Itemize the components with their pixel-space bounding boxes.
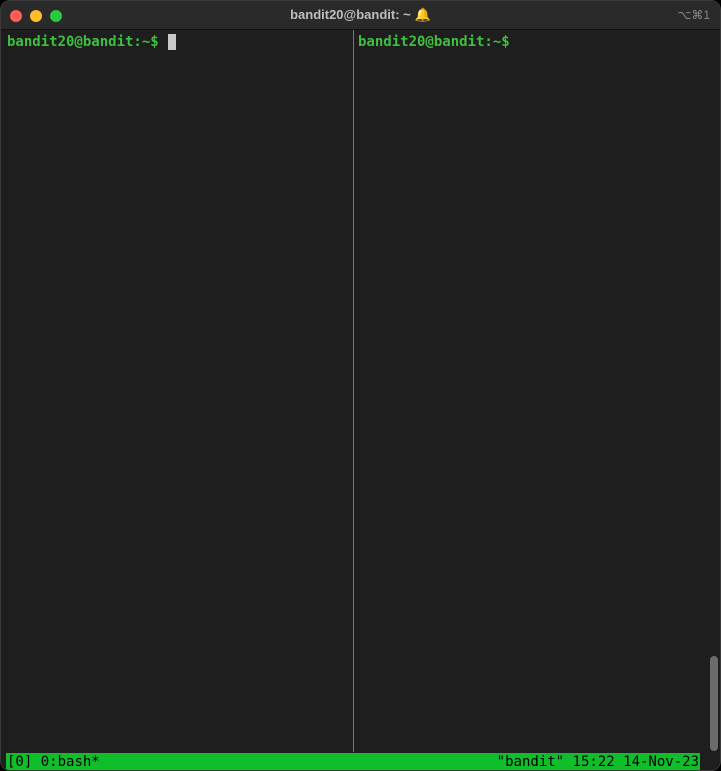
window-title: bandit20@bandit: ~ 🔔 xyxy=(1,7,720,23)
bell-icon: 🔔 xyxy=(414,7,431,22)
terminal-area[interactable]: bandit20@bandit:~$ bandit20@bandit:~$ [0… xyxy=(1,30,720,770)
status-time: 15:22 xyxy=(572,754,615,770)
session-index: [0] xyxy=(7,754,33,770)
window-title-text: bandit20@bandit: ~ xyxy=(290,7,411,22)
window-shortcut: ⌥⌘1 xyxy=(677,8,710,22)
status-right: "bandit" 15:22 14-Nov-23 xyxy=(496,753,699,770)
status-date: 14-Nov-23 xyxy=(623,754,699,770)
tmux-status-bar: [0] 0:bash* "bandit" 15:22 14-Nov-23 xyxy=(6,753,700,770)
tmux-pane-left[interactable]: bandit20@bandit:~$ xyxy=(1,30,353,752)
window-tab-bash[interactable]: 0:bash* xyxy=(41,754,100,770)
title-bar[interactable]: bandit20@bandit: ~ 🔔 ⌥⌘1 xyxy=(1,1,720,30)
terminal-window: bandit20@bandit: ~ 🔔 ⌥⌘1 bandit20@bandit:… xyxy=(0,0,721,771)
scrollbar[interactable] xyxy=(710,656,718,751)
status-left: [0] 0:bash* xyxy=(7,753,100,770)
host-name: "bandit" xyxy=(496,754,565,770)
shell-prompt-right: bandit20@bandit:~$ xyxy=(358,34,510,50)
text-cursor xyxy=(167,34,176,50)
tmux-pane-right[interactable]: bandit20@bandit:~$ xyxy=(354,30,710,752)
shell-prompt-left: bandit20@bandit:~$ xyxy=(7,34,159,50)
